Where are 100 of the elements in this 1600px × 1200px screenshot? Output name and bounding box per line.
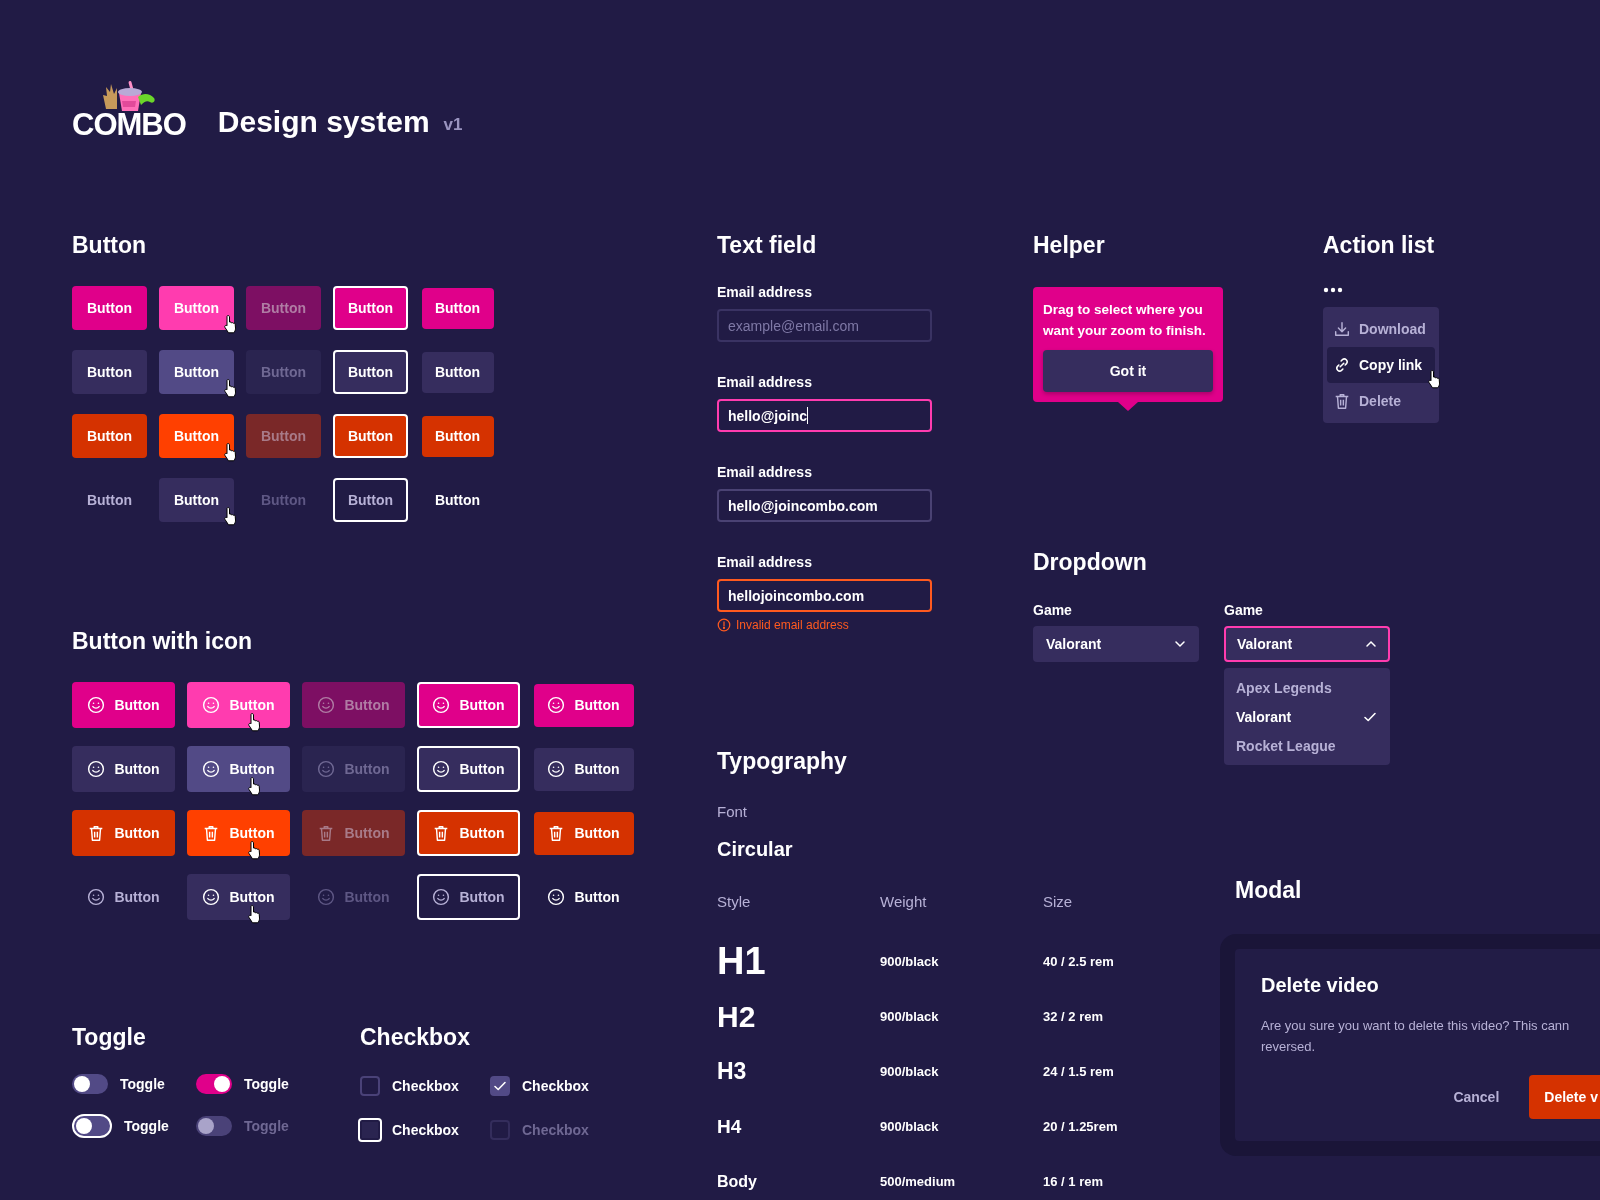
style-sample: H1 — [717, 939, 767, 984]
button[interactable]: Button — [533, 683, 634, 727]
smiley-icon — [432, 888, 451, 906]
style-sample: Body — [717, 1171, 758, 1192]
smiley-icon — [202, 888, 221, 906]
got-it-button[interactable]: Got it — [1043, 350, 1213, 392]
button[interactable]: Button — [421, 351, 494, 393]
dropdown-option[interactable]: Rocket League — [1224, 731, 1390, 760]
button[interactable]: Button — [72, 682, 175, 728]
smiley-icon — [317, 696, 336, 714]
button[interactable]: Button — [72, 810, 175, 856]
section-title: Button — [72, 231, 148, 260]
size-cell-text: 20 / 1.25rem — [1043, 1118, 1119, 1136]
hand-cursor-icon — [247, 840, 263, 860]
button[interactable]: Button — [187, 874, 290, 920]
style-sample: H2 — [717, 998, 757, 1035]
dropdown-option[interactable]: Valorant — [1224, 702, 1390, 731]
button[interactable]: Button — [159, 478, 234, 522]
smiley-icon — [547, 696, 566, 714]
menu-item[interactable]: Delete — [1327, 383, 1435, 419]
button[interactable]: Button — [333, 414, 408, 458]
column-header: Size — [1043, 892, 1074, 912]
button[interactable]: Button — [72, 350, 147, 394]
button[interactable]: Button — [417, 682, 520, 728]
dropdown[interactable]: Valorant — [1033, 626, 1199, 662]
toggle-switch[interactable] — [196, 1074, 232, 1094]
size-cell-text: 24 / 1.5 rem — [1043, 1063, 1115, 1081]
smiley-icon — [317, 760, 336, 778]
field-label: Email address — [717, 373, 813, 391]
button[interactable]: Button — [159, 414, 234, 458]
section-title: Modal — [1235, 876, 1303, 905]
dropdown[interactable]: Valorant — [1224, 626, 1390, 662]
button[interactable]: Button — [533, 875, 634, 919]
toggle-label: Toggle — [120, 1076, 165, 1092]
email-field[interactable]: example@email.com — [717, 309, 932, 342]
hand-cursor-icon — [247, 904, 263, 924]
section-title: Typography — [717, 747, 848, 776]
button[interactable]: Button — [72, 414, 147, 458]
hand-cursor-icon — [247, 776, 263, 796]
toggle-label: Toggle — [244, 1118, 289, 1134]
delete-button[interactable]: Delete v — [1529, 1075, 1600, 1119]
download-icon — [1333, 320, 1351, 338]
field-label: Email address — [717, 463, 813, 481]
checkbox-label: Checkbox — [392, 1078, 459, 1094]
weight-cell-text: 900/black — [880, 1118, 940, 1136]
button[interactable]: Button — [72, 286, 147, 330]
button[interactable]: Button — [72, 746, 175, 792]
logo-text: COMBO — [72, 110, 186, 140]
button[interactable]: Button — [159, 286, 234, 330]
email-field[interactable]: hello@joinc — [717, 399, 932, 432]
button[interactable]: Button — [533, 747, 634, 791]
button[interactable]: Button — [333, 350, 408, 394]
smiley-icon — [432, 696, 451, 714]
more-icon[interactable] — [1323, 287, 1343, 293]
field-label: Email address — [717, 283, 813, 301]
button[interactable]: Button — [421, 479, 494, 521]
toggle-label: Toggle — [244, 1076, 289, 1092]
version-label: v1 — [443, 114, 463, 136]
button[interactable]: Button — [159, 350, 234, 394]
button[interactable]: Button — [187, 682, 290, 728]
button[interactable]: Button — [533, 811, 634, 855]
button[interactable]: Button — [417, 874, 520, 920]
toggle-switch[interactable] — [72, 1114, 112, 1138]
chevron-up-icon — [1365, 640, 1377, 648]
button[interactable]: Button — [421, 287, 494, 329]
email-field[interactable]: hellojoincombo.com — [717, 579, 932, 612]
size-cell-text: 40 / 2.5 rem — [1043, 953, 1115, 971]
button[interactable]: Button — [72, 874, 175, 920]
dropdown-label: Game — [1033, 601, 1073, 619]
checkbox-label: Checkbox — [522, 1122, 589, 1138]
column-header: Weight — [880, 892, 928, 912]
button[interactable]: Button — [417, 810, 520, 856]
button[interactable]: Button — [187, 746, 290, 792]
email-field[interactable]: hello@joincombo.com — [717, 489, 932, 522]
button[interactable]: Button — [72, 478, 147, 522]
hand-cursor-icon — [1427, 369, 1443, 389]
smiley-icon — [432, 760, 451, 778]
toggle-switch[interactable] — [72, 1074, 108, 1094]
dropdown-option[interactable]: Apex Legends — [1224, 673, 1390, 702]
button[interactable]: Button — [333, 478, 408, 522]
page-title: Design system — [217, 104, 430, 140]
checkbox[interactable] — [360, 1076, 380, 1096]
weight-cell-text: 900/black — [880, 1063, 940, 1081]
button[interactable]: Button — [187, 810, 290, 856]
smiley-icon — [202, 696, 221, 714]
cancel-button[interactable]: Cancel — [1453, 1089, 1500, 1105]
button[interactable]: Button — [421, 415, 494, 457]
menu-item[interactable]: Download — [1327, 311, 1435, 347]
smiley-icon — [547, 760, 566, 778]
checkbox-label: Checkbox — [392, 1122, 459, 1138]
chevron-down-icon — [1174, 640, 1186, 648]
smiley-icon — [317, 888, 336, 906]
hand-cursor-icon — [223, 442, 239, 462]
button[interactable]: Button — [417, 746, 520, 792]
weight-cell-text: 900/black — [880, 953, 940, 971]
button[interactable]: Button — [333, 286, 408, 330]
field-label: Email address — [717, 553, 813, 571]
checkbox[interactable] — [490, 1076, 510, 1096]
column-header: Style — [717, 892, 752, 912]
size-cell-text: 16 / 1 rem — [1043, 1173, 1104, 1191]
